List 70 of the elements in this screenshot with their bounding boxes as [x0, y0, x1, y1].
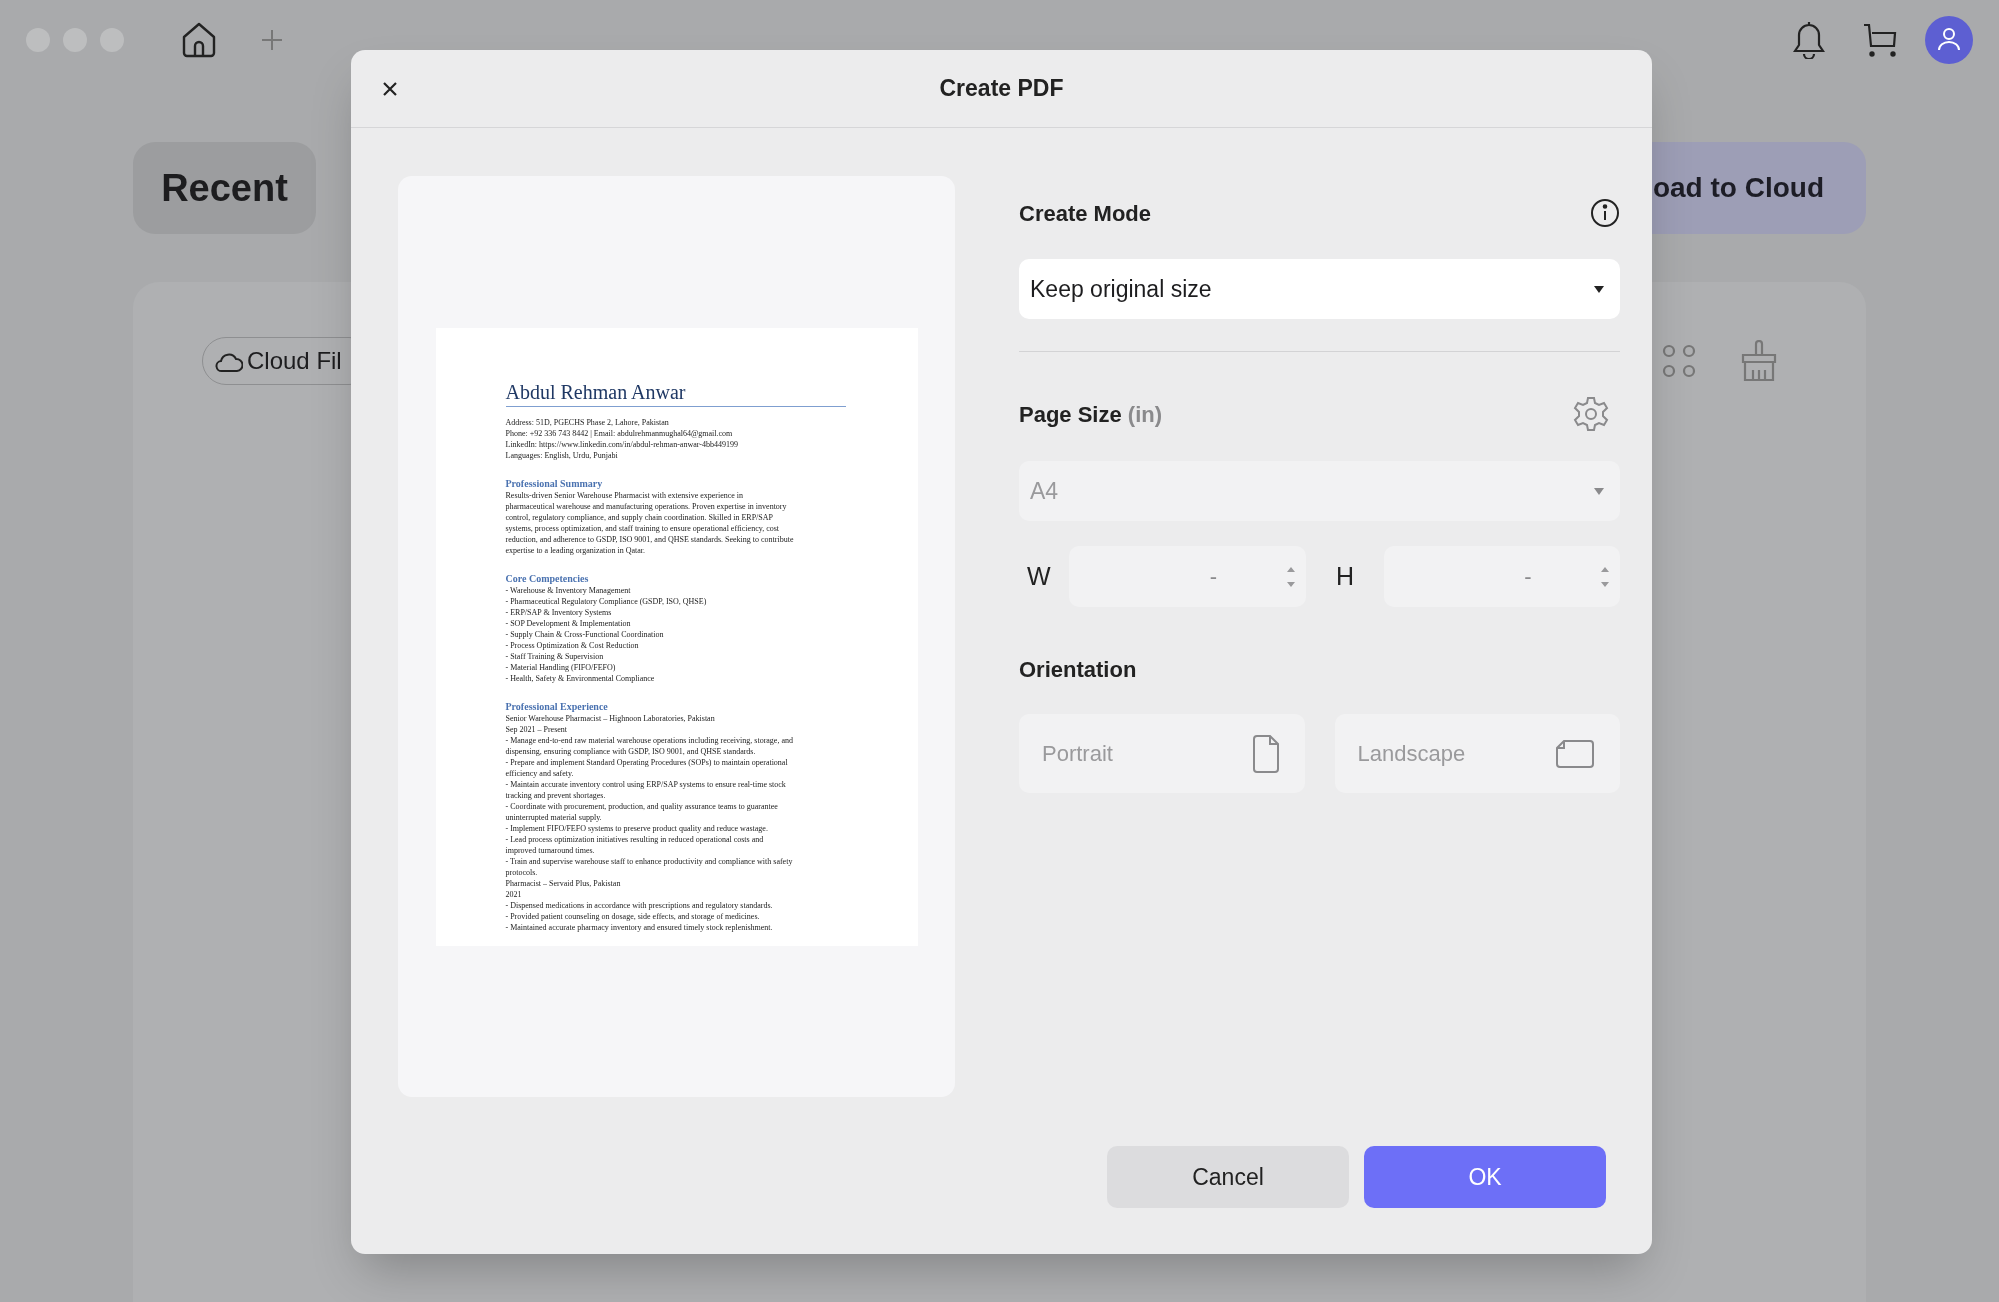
- resume-text-line: 2021: [505, 888, 523, 900]
- resume-text-line: - Warehouse & Inventory Management: [505, 584, 632, 596]
- resume-text-line: - ERP/SAP & Inventory Systems: [505, 606, 613, 618]
- resume-text-line: - Material Handling (FIFO/FEFO): [505, 661, 617, 673]
- resume-text-line: - Train and supervise warehouse staff to enhance productivity and compliance with safety: [505, 855, 794, 867]
- resume-section-heading: Professional Experience: [505, 700, 609, 713]
- resume-text-line: LinkedIn: https://www.linkedin.com/in/abdul-rehman-anwar-4bb449199: [505, 438, 739, 450]
- add-tab-icon[interactable]: [261, 29, 283, 51]
- resume-text-line: - Staff Training & Supervision: [505, 650, 605, 662]
- resume-text-line: - Supply Chain & Cross-Functional Coordination: [505, 628, 665, 640]
- grid-view-icon[interactable]: [1662, 344, 1696, 378]
- resume-text-line: - Manage end-to-end raw material warehouse operations including receiving, storage, and: [505, 734, 794, 746]
- resume-text-line: - Dispensed medications in accordance with prescriptions and regulatory standards.: [505, 899, 774, 911]
- resume-name: Abdul Rehman Anwar: [505, 379, 846, 407]
- dimension-label: H: [1336, 560, 1356, 592]
- resume-text-line: pharmaceutical warehouse and manufacturing operations. Proven expertise in inventory: [505, 500, 788, 512]
- resume-text-line: efficiency and safety.: [505, 767, 575, 779]
- dialog-title: Create PDF: [939, 74, 1064, 104]
- section-label: Page Size (in): [1019, 400, 1163, 429]
- resume-text-line: - Coordinate with procurement, production, and quality assurance teams to guarantee: [505, 800, 779, 812]
- resume-section-heading: Core Competencies: [505, 572, 590, 585]
- resume-text-line: improved turnaround times.: [505, 844, 596, 856]
- resume-text-line: - Health, Safety & Environmental Compliance: [505, 672, 656, 684]
- cancel-button[interactable]: Cancel: [1107, 1146, 1349, 1208]
- resume-text-line: Senior Warehouse Pharmacist – Highnoon Laboratories, Pakistan: [505, 712, 716, 724]
- dimension-label: W: [1027, 560, 1052, 592]
- info-icon[interactable]: [1590, 198, 1620, 228]
- user-avatar-icon[interactable]: [1925, 16, 1973, 64]
- section-label: Create Mode: [1019, 199, 1152, 228]
- landscape-page-icon: [1556, 739, 1594, 768]
- portrait-page-icon: [1252, 734, 1279, 773]
- resume-section-heading: Professional Summary: [505, 477, 604, 490]
- resume-text-line: Languages: English, Urdu, Punjabi: [505, 449, 619, 461]
- dimension-field: -: [1069, 546, 1306, 607]
- resume-text-line: protocols.: [505, 866, 539, 878]
- resume-text-line: - SOP Development & Implementation: [505, 617, 632, 629]
- resume-text-line: - Lead process optimization initiatives resulting in reduced operational costs and: [505, 833, 765, 845]
- section-label: Orientation: [1019, 655, 1138, 684]
- resume-text-line: systems, process optimization, and staff training to ensure operational efficiency, cost: [505, 522, 781, 534]
- recent-heading: Recent: [133, 142, 316, 234]
- resume-text-line: - Provided patient counseling on dosage, side effects, and storage of medicines.: [505, 910, 761, 922]
- cart-icon[interactable]: [1863, 22, 1897, 58]
- orientation-option: Landscape: [1334, 714, 1620, 793]
- resume-text-line: Pharmacist – Servaid Plus, Pakistan: [505, 877, 622, 889]
- settings-icon[interactable]: [1572, 395, 1610, 433]
- resume-text-line: uninterrupted material supply.: [505, 811, 603, 823]
- resume-text-line: Phone: +92 336 743 8442 | Email: abdulrehmanmughal64@gmail.com: [505, 427, 734, 439]
- dropdown-caret-icon: [1594, 487, 1604, 495]
- resume-text-line: dispensing, ensuring compliance with GSDP, ISO 9001, and QHSE standards.: [505, 745, 757, 757]
- dimension-field: -: [1384, 546, 1620, 607]
- resume-text-line: tracking and prevent shortages.: [505, 789, 607, 801]
- resume-text-line: - Pharmaceutical Regulatory Compliance (GSDP, ISO, QHSE): [505, 595, 708, 607]
- resume-text-line: - Maintained accurate pharmacy inventory and ensured timely stock replenishment.: [505, 921, 774, 933]
- resume-text-line: - Maintain accurate inventory control using ERP/SAP systems to ensure real-time stock: [505, 778, 787, 790]
- dropdown-caret-icon: [1594, 285, 1604, 293]
- close-icon[interactable]: [382, 80, 398, 97]
- resume-text-line: - Implement FIFO/FEFO systems to preserve product quality and reduce wastage.: [505, 822, 769, 834]
- home-icon[interactable]: [181, 22, 217, 58]
- resume-text-line: reduction, and adherence to GSDP, ISO 9001, and QHSE standards. Seeking to contribute: [505, 533, 795, 545]
- resume-text-line: - Prepare and implement Standard Operating Procedures (SOPs) to maintain operational: [505, 756, 789, 768]
- resume-text-line: Address: 51D, PGECHS Phase 2, Lahore, Pakistan: [505, 416, 670, 428]
- orientation-option: Portrait: [1019, 714, 1305, 793]
- resume-text-line: control, regulatory compliance, and supply chain coordination. Skilled in ERP/SAP: [505, 511, 774, 523]
- resume-text-line: - Process Optimization & Cost Reduction: [505, 639, 640, 651]
- resume-text-line: Results-driven Senior Warehouse Pharmacist with extensive experience in: [505, 489, 745, 501]
- notification-bell-icon[interactable]: [1793, 21, 1825, 59]
- resume-text-line: Sep 2021 – Present: [505, 723, 569, 735]
- broom-icon[interactable]: [1740, 340, 1778, 382]
- ok-button[interactable]: OK: [1364, 1146, 1606, 1208]
- resume-text-line: expertise to a leading organization in Qatar.: [505, 544, 647, 556]
